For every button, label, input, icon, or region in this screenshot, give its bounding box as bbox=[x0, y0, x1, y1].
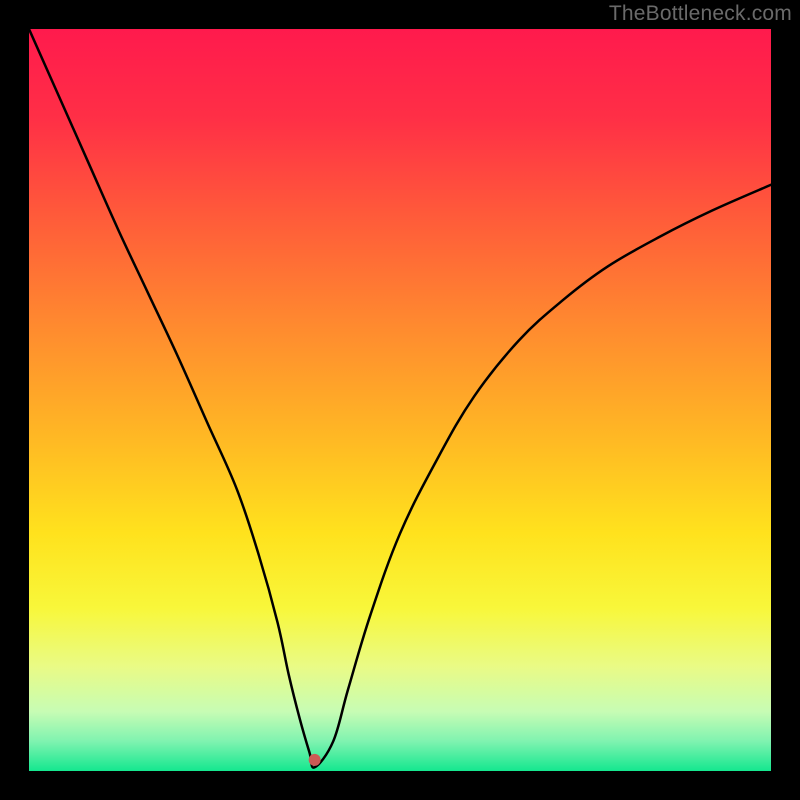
watermark-text: TheBottleneck.com bbox=[609, 2, 792, 26]
chart-curve bbox=[29, 29, 771, 771]
plot-area bbox=[29, 29, 771, 771]
chart-marker bbox=[309, 754, 321, 766]
